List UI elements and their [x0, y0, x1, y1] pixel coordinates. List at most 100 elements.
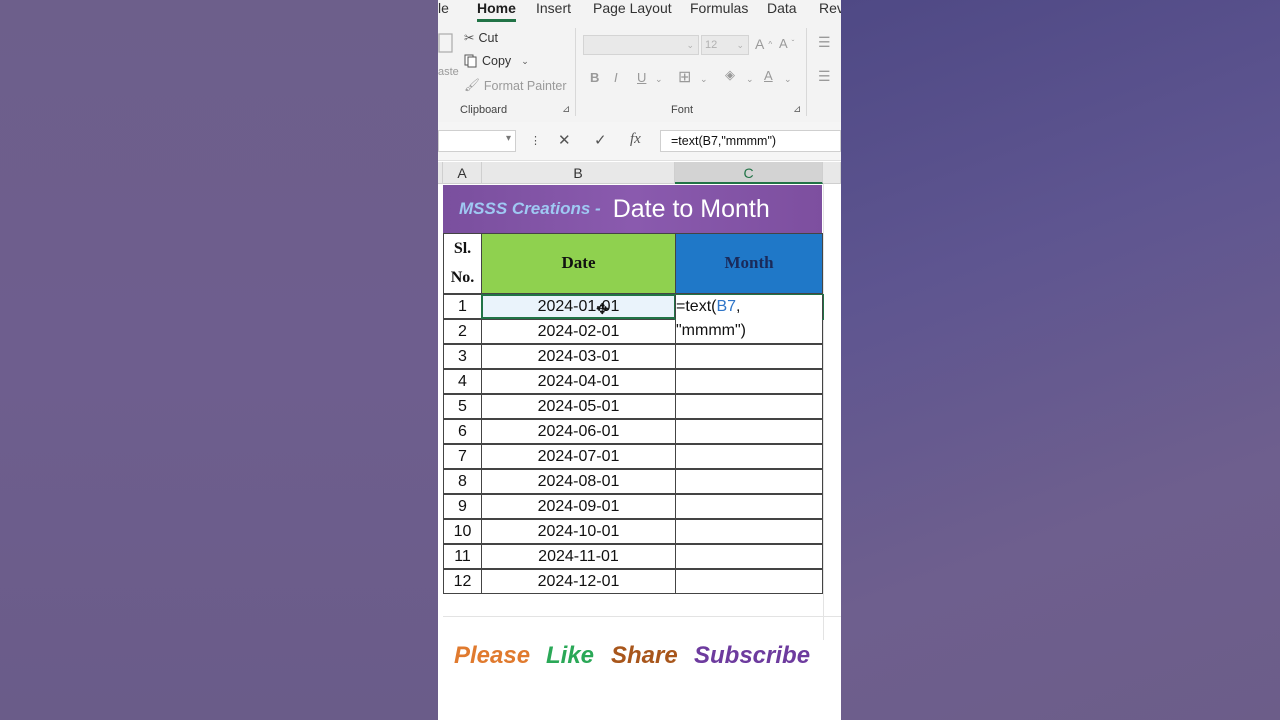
chevron-down-icon: ▾	[505, 133, 511, 144]
chevron-down-icon: ⌄	[521, 55, 529, 66]
table-row-month[interactable]	[675, 344, 823, 369]
table-row-sl[interactable]: 1	[443, 294, 482, 319]
table-row-sl[interactable]: 10	[443, 519, 482, 544]
table-row-month[interactable]	[675, 519, 823, 544]
chevron-down-icon: ⌄	[736, 40, 744, 50]
formula-line-1: =text(B7,	[676, 295, 822, 319]
banner-title: Date to Month	[612, 194, 770, 223]
tab-formulas[interactable]: Formulas	[690, 0, 748, 17]
italic-button[interactable]: I	[614, 70, 618, 85]
table-row-date[interactable]: 2024-03-01	[481, 344, 676, 369]
tab-review[interactable]: Rev	[819, 0, 841, 17]
decrease-font-icon[interactable]: Aˇ	[779, 36, 794, 51]
table-row-month[interactable]	[675, 469, 823, 494]
copy-button[interactable]: Copy ⌄	[464, 54, 529, 68]
header-date[interactable]: Date	[481, 233, 676, 294]
check-icon[interactable]: ✓	[594, 131, 607, 149]
background-right	[841, 0, 1280, 720]
align-left-icon[interactable]: ☰	[818, 68, 831, 85]
column-header-b[interactable]: B	[482, 162, 675, 184]
dialog-launcher-icon[interactable]: ⊿	[562, 104, 570, 115]
share-text: Share	[611, 642, 678, 669]
background-left	[0, 0, 438, 720]
paintbrush-icon: 🖌	[464, 78, 480, 92]
font-size-select[interactable]: 12 ⌄	[701, 35, 749, 55]
table-row-month[interactable]	[675, 369, 823, 394]
fill-color-icon[interactable]: ◈	[725, 67, 735, 83]
table-row-date[interactable]: 2024-10-01	[481, 519, 676, 544]
underline-button[interactable]: U	[637, 70, 646, 85]
table-row-month[interactable]	[675, 569, 823, 594]
formula-input[interactable]: =text(B7,"mmmm")	[660, 130, 841, 152]
tab-page-layout[interactable]: Page Layout	[593, 0, 672, 17]
table-row-sl[interactable]: 4	[443, 369, 482, 394]
table-row-sl[interactable]: 9	[443, 494, 482, 519]
table-row-sl[interactable]: 12	[443, 569, 482, 594]
copy-icon	[464, 54, 477, 68]
cut-label: Cut	[478, 30, 498, 45]
title-banner: MSSS Creations - Date to Month	[443, 185, 822, 233]
cut-button[interactable]: ✂ Cut	[464, 30, 498, 46]
divider	[806, 28, 807, 116]
table-row-sl[interactable]: 8	[443, 469, 482, 494]
paste-button[interactable]	[438, 32, 454, 54]
format-painter-button[interactable]: 🖌 Format Painter	[464, 78, 567, 93]
table-row-month[interactable]	[675, 544, 823, 569]
bold-button[interactable]: B	[590, 70, 599, 85]
font-group-label: Font	[671, 104, 694, 116]
header-sl-no[interactable]: Sl. No.	[443, 233, 482, 294]
scissors-icon: ✂	[464, 31, 475, 45]
table-row-month[interactable]	[675, 494, 823, 519]
chevron-down-icon[interactable]: ⌄	[784, 74, 792, 85]
borders-icon[interactable]: ⊞	[678, 67, 691, 87]
subscribe-text: Subscribe	[694, 642, 811, 669]
table-row-date[interactable]: 2024-02-01	[481, 319, 676, 344]
table-row-date[interactable]: 2024-07-01	[481, 444, 676, 469]
chevron-down-icon[interactable]: ⌄	[700, 74, 708, 85]
table-row-sl[interactable]: 3	[443, 344, 482, 369]
formula-line-2: "mmmm")	[676, 322, 746, 339]
formula-bar: ▾ ⋮ ✕ ✓ fx =text(B7,"mmmm")	[438, 122, 841, 161]
font-color-icon[interactable]: A	[764, 68, 773, 83]
table-row-date[interactable]: 2024-06-01	[481, 419, 676, 444]
clipboard-group-label: Clipboard	[460, 104, 508, 116]
function-icon[interactable]: fx	[630, 131, 641, 148]
increase-font-icon[interactable]: A ^	[755, 36, 772, 52]
font-name-select[interactable]: ⌄	[583, 35, 699, 55]
dialog-launcher-icon[interactable]: ⊿	[793, 104, 801, 115]
table-row-month[interactable]	[675, 394, 823, 419]
table-row-date[interactable]: 2024-05-01	[481, 394, 676, 419]
header-month[interactable]: Month	[675, 233, 823, 294]
tab-data[interactable]: Data	[767, 0, 797, 17]
table-row-month[interactable]	[675, 444, 823, 469]
table-row-date[interactable]: 2024-04-01	[481, 369, 676, 394]
column-header-a[interactable]: A	[443, 162, 482, 184]
tab-home[interactable]: Home	[477, 0, 516, 22]
tab-insert[interactable]: Insert	[536, 0, 571, 17]
table-row-sl[interactable]: 2	[443, 319, 482, 344]
table-row-month[interactable]	[675, 419, 823, 444]
column-header-c[interactable]: C	[675, 162, 823, 184]
table-row-sl[interactable]: 6	[443, 419, 482, 444]
gridline	[443, 616, 841, 617]
table-row-sl[interactable]: 7	[443, 444, 482, 469]
excel-window: le Home Insert Page Layout Formulas Data…	[438, 0, 841, 720]
chevron-down-icon[interactable]: ⌄	[746, 74, 754, 85]
tab-file[interactable]: le	[438, 0, 449, 17]
table-row-date[interactable]: 2024-08-01	[481, 469, 676, 494]
chevron-down-icon[interactable]: ⌄	[655, 74, 663, 85]
banner-brand: MSSS Creations -	[459, 199, 601, 218]
table-row-sl[interactable]: 5	[443, 394, 482, 419]
align-top-icon[interactable]: ☰	[818, 34, 831, 51]
close-icon[interactable]: ✕	[558, 131, 571, 149]
table-row-date[interactable]: 2024-01-01	[481, 294, 676, 319]
table-row-date[interactable]: 2024-09-01	[481, 494, 676, 519]
table-row-date[interactable]: 2024-12-01	[481, 569, 676, 594]
paste-label: aste	[438, 66, 459, 78]
mouse-cursor-icon: ✥	[596, 301, 609, 318]
table-row-sl[interactable]: 11	[443, 544, 482, 569]
name-box[interactable]: ▾	[438, 130, 516, 152]
table-row-date[interactable]: 2024-11-01	[481, 544, 676, 569]
cell-formula-editor[interactable]: =text(B7, "mmmm")	[676, 295, 822, 343]
column-header-d[interactable]	[823, 162, 841, 184]
